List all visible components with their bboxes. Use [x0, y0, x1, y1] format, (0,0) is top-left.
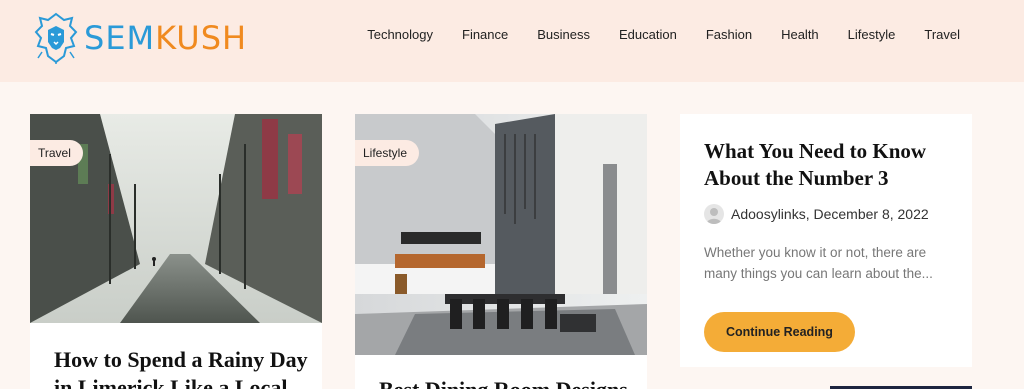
lion-head-icon [34, 12, 78, 64]
user-icon [706, 208, 722, 224]
nav-item-lifestyle[interactable]: Lifestyle [848, 26, 896, 44]
brand-name-part2: KUSH [155, 19, 248, 57]
post-meta: Adoosylinks, December 8, 2022 [704, 204, 948, 224]
post-card-travel[interactable]: Travel How to Spend a Rainy Day in Limer… [30, 114, 322, 389]
brand-name-part1: SEM [84, 19, 156, 57]
post-author[interactable]: Adoosylinks [731, 206, 806, 222]
category-badge[interactable]: Travel [30, 140, 83, 166]
post-title[interactable]: Best Dining Room Designs [379, 376, 639, 389]
nav-item-fashion[interactable]: Fashion [706, 26, 752, 44]
post-date: December 8, 2022 [813, 206, 929, 222]
meta-separator: , [805, 206, 814, 222]
main-nav: Technology Finance Business Education Fa… [367, 26, 960, 44]
post-card-text: What You Need to Know About the Number 3… [680, 114, 972, 367]
brand-wordmark: SEM KUSH [84, 19, 247, 57]
nav-item-technology[interactable]: Technology [367, 26, 433, 44]
nav-item-health[interactable]: Health [781, 26, 819, 44]
post-title[interactable]: How to Spend a Rainy Day in Limerick Lik… [54, 346, 314, 389]
post-title[interactable]: What You Need to Know About the Number 3 [704, 138, 948, 192]
continue-reading-button[interactable]: Continue Reading [704, 312, 855, 352]
post-excerpt: Whether you know it or not, there are ma… [704, 245, 933, 281]
post-card-lifestyle[interactable]: Lifestyle Best Dining Room Designs [355, 114, 647, 389]
site-header: SEM KUSH Technology Finance Business Edu… [0, 0, 1024, 82]
nav-item-education[interactable]: Education [619, 26, 677, 44]
nav-item-business[interactable]: Business [537, 26, 590, 44]
nav-item-travel[interactable]: Travel [924, 26, 960, 44]
nav-item-finance[interactable]: Finance [462, 26, 508, 44]
avatar[interactable] [704, 204, 724, 224]
site-logo[interactable]: SEM KUSH [34, 10, 254, 66]
category-badge[interactable]: Lifestyle [355, 140, 420, 166]
